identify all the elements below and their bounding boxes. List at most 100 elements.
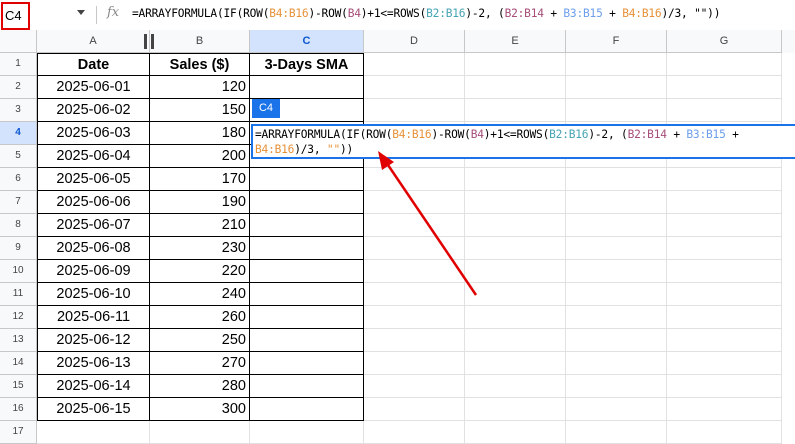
- cell[interactable]: [667, 168, 782, 191]
- row-header-14[interactable]: 14: [0, 352, 37, 375]
- cell[interactable]: [465, 306, 566, 329]
- cell[interactable]: [667, 214, 782, 237]
- cell[interactable]: [667, 283, 782, 306]
- header-sma[interactable]: 3-Days SMA: [250, 53, 364, 76]
- sales-cell[interactable]: 210: [150, 214, 250, 237]
- sales-cell[interactable]: 200: [150, 145, 250, 168]
- column-header-g[interactable]: G: [667, 30, 782, 53]
- cell[interactable]: [364, 421, 465, 444]
- cell[interactable]: [364, 306, 465, 329]
- cell[interactable]: [364, 214, 465, 237]
- cell[interactable]: [667, 53, 782, 76]
- column-header-c[interactable]: C: [250, 30, 364, 53]
- sma-cell[interactable]: [250, 260, 364, 283]
- sales-cell[interactable]: 240: [150, 283, 250, 306]
- cell[interactable]: [566, 375, 667, 398]
- column-header-f[interactable]: F: [566, 30, 667, 53]
- cell[interactable]: [465, 99, 566, 122]
- cell[interactable]: [667, 99, 782, 122]
- cell[interactable]: [667, 237, 782, 260]
- cell[interactable]: [364, 191, 465, 214]
- date-cell[interactable]: 2025-06-02: [37, 99, 150, 122]
- row-header-1[interactable]: 1: [0, 53, 37, 76]
- date-cell[interactable]: 2025-06-10: [37, 283, 150, 306]
- cell[interactable]: [364, 76, 465, 99]
- cell[interactable]: [364, 329, 465, 352]
- sma-cell[interactable]: [250, 191, 364, 214]
- column-header-b[interactable]: B: [150, 30, 250, 53]
- cell[interactable]: [566, 237, 667, 260]
- cell[interactable]: [364, 168, 465, 191]
- cell[interactable]: [364, 260, 465, 283]
- sales-cell[interactable]: 120: [150, 76, 250, 99]
- date-cell[interactable]: 2025-06-08: [37, 237, 150, 260]
- sma-cell[interactable]: [250, 168, 364, 191]
- cell[interactable]: [566, 260, 667, 283]
- cell[interactable]: [465, 76, 566, 99]
- cell-formula-editor[interactable]: =ARRAYFORMULA(IF(ROW(B4:B16)-ROW(B4)+1<=…: [251, 124, 795, 159]
- sma-cell[interactable]: [250, 283, 364, 306]
- date-cell[interactable]: 2025-06-13: [37, 352, 150, 375]
- sales-cell[interactable]: 190: [150, 191, 250, 214]
- cell[interactable]: [566, 329, 667, 352]
- column-header-d[interactable]: D: [364, 30, 465, 53]
- sales-cell[interactable]: 300: [150, 398, 250, 421]
- row-header-11[interactable]: 11: [0, 283, 37, 306]
- date-cell[interactable]: 2025-06-03: [37, 122, 150, 145]
- column-resize-handle[interactable]: [151, 34, 154, 49]
- sales-cell[interactable]: 180: [150, 122, 250, 145]
- cell[interactable]: [465, 352, 566, 375]
- cell[interactable]: [667, 421, 782, 444]
- formula-input[interactable]: =ARRAYFORMULA(IF(ROW(B4:B16)-ROW(B4)+1<=…: [132, 7, 720, 20]
- date-cell[interactable]: 2025-06-09: [37, 260, 150, 283]
- row-header-4[interactable]: 4: [0, 122, 37, 145]
- column-header-a[interactable]: A: [37, 30, 150, 53]
- name-box[interactable]: C4: [1, 2, 30, 30]
- sma-cell[interactable]: [250, 237, 364, 260]
- cell[interactable]: [465, 329, 566, 352]
- row-header-6[interactable]: 6: [0, 168, 37, 191]
- cell[interactable]: [364, 99, 465, 122]
- cell[interactable]: [465, 214, 566, 237]
- header-date[interactable]: Date: [37, 53, 150, 76]
- row-header-3[interactable]: 3: [0, 99, 37, 122]
- cell[interactable]: [667, 260, 782, 283]
- cell[interactable]: [465, 398, 566, 421]
- cell[interactable]: [667, 375, 782, 398]
- row-header-16[interactable]: 16: [0, 398, 37, 421]
- chevron-down-icon[interactable]: [77, 10, 85, 15]
- cell[interactable]: [465, 283, 566, 306]
- date-cell[interactable]: 2025-06-11: [37, 306, 150, 329]
- date-cell[interactable]: 2025-06-05: [37, 168, 150, 191]
- sales-cell[interactable]: 230: [150, 237, 250, 260]
- row-header-17[interactable]: 17: [0, 421, 37, 444]
- cell[interactable]: [566, 421, 667, 444]
- cell[interactable]: [566, 283, 667, 306]
- cell[interactable]: [667, 76, 782, 99]
- sma-cell[interactable]: [250, 398, 364, 421]
- cell[interactable]: [465, 53, 566, 76]
- date-cell[interactable]: 2025-06-14: [37, 375, 150, 398]
- cell[interactable]: [566, 76, 667, 99]
- cell[interactable]: [667, 329, 782, 352]
- column-resize-handle[interactable]: [144, 34, 147, 49]
- cell[interactable]: [465, 168, 566, 191]
- row-header-15[interactable]: 15: [0, 375, 37, 398]
- sma-cell[interactable]: [250, 214, 364, 237]
- date-cell[interactable]: 2025-06-04: [37, 145, 150, 168]
- cell[interactable]: [667, 306, 782, 329]
- sales-cell[interactable]: 250: [150, 329, 250, 352]
- row-header-5[interactable]: 5: [0, 145, 37, 168]
- row-header-12[interactable]: 12: [0, 306, 37, 329]
- cell[interactable]: [566, 168, 667, 191]
- row-header-8[interactable]: 8: [0, 214, 37, 237]
- cell[interactable]: [250, 421, 364, 444]
- cell[interactable]: [566, 306, 667, 329]
- cell[interactable]: [150, 421, 250, 444]
- row-header-10[interactable]: 10: [0, 260, 37, 283]
- cell[interactable]: [465, 237, 566, 260]
- row-header-2[interactable]: 2: [0, 76, 37, 99]
- cell[interactable]: [566, 352, 667, 375]
- cell[interactable]: [364, 53, 465, 76]
- date-cell[interactable]: 2025-06-07: [37, 214, 150, 237]
